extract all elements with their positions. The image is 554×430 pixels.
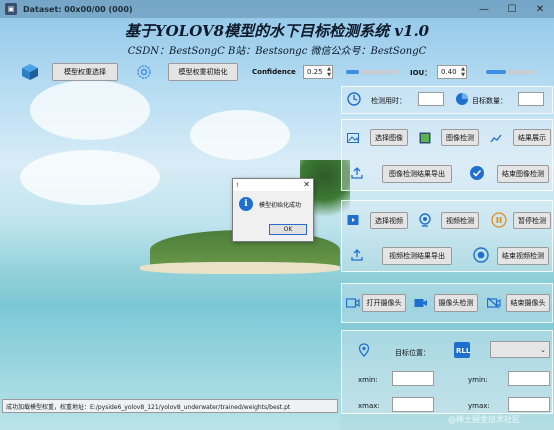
confidence-label: Confidence xyxy=(252,68,296,76)
iou-slider[interactable] xyxy=(486,70,536,74)
status-bar: 成功加载模型权重，权重地址：E:/pyside6_yolov8_121/yolo… xyxy=(2,399,338,413)
close-camera-button[interactable]: 结束摄像头 xyxy=(506,294,550,312)
background-cloud xyxy=(190,110,290,160)
pause-icon xyxy=(490,211,508,229)
video-detect-button[interactable]: 视频检测 xyxy=(441,212,479,229)
chevron-down-icon: ⌄ xyxy=(540,345,546,354)
end-image-detect-button[interactable]: 结束图像检测 xyxy=(497,165,549,183)
iou-label: IOU： xyxy=(410,69,432,77)
maximize-button[interactable]: ☐ xyxy=(498,0,526,18)
cube-icon xyxy=(20,62,40,82)
dialog-title: ! xyxy=(236,181,239,189)
window-title: Dataset: 00x00/00 (000) xyxy=(23,4,133,14)
xmax-field xyxy=(392,397,434,412)
info-icon: i xyxy=(239,197,253,211)
dialog-close-button[interactable]: ✕ xyxy=(303,180,310,189)
image-icon xyxy=(346,131,360,145)
confidence-slider-fill xyxy=(346,70,359,74)
dialog-ok-button[interactable]: OK xyxy=(269,224,307,235)
spin-arrows-icon[interactable]: ▲ ▼ xyxy=(461,66,465,78)
background-cloud xyxy=(30,80,150,140)
ymin-field xyxy=(508,371,550,386)
select-image-button[interactable]: 选择图像 xyxy=(370,129,408,146)
model-weight-select-button[interactable]: 模型权重选择 xyxy=(52,63,118,81)
detect-time-field xyxy=(418,92,444,106)
app-icon: ▣ xyxy=(5,3,17,15)
image-detect-icon xyxy=(418,131,432,145)
iou-value: 0.40 xyxy=(441,68,457,76)
camera-detect-button[interactable]: 摄像头检测 xyxy=(434,294,478,312)
video-detect-icon xyxy=(416,211,434,229)
pie-chart-icon xyxy=(454,91,470,107)
xmin-label: xmin: xyxy=(358,376,378,384)
main-window: ▣ Dataset: 00x00/00 (000) — ☐ ✕ 基于YOLOV8… xyxy=(0,0,554,430)
camera-detect-icon xyxy=(413,296,429,310)
target-position-label: 目标位置： xyxy=(395,349,430,357)
camera-icon xyxy=(345,296,361,310)
check-circle-icon xyxy=(468,164,486,182)
confidence-value: 0.25 xyxy=(307,68,323,76)
line-chart-icon xyxy=(489,131,503,145)
image-detect-button[interactable]: 图像检测 xyxy=(441,129,479,146)
location-pin-icon xyxy=(356,342,372,358)
model-weight-init-button[interactable]: 模型权重初始化 xyxy=(168,63,238,81)
video-file-icon xyxy=(346,213,360,227)
end-video-detect-button[interactable]: 结束视频检测 xyxy=(497,247,549,265)
ymax-label: ymax: xyxy=(468,402,490,410)
clock-icon xyxy=(346,91,362,107)
target-count-label: 目标数量： xyxy=(472,97,507,105)
page-subtitle: CSDN：BestSongC B站：Bestsongc 微信公众号：BestSo… xyxy=(127,46,427,57)
window-controls: — ☐ ✕ xyxy=(470,0,554,18)
watermark: @稀土掘金技术社区 xyxy=(448,415,520,424)
confidence-spinbox[interactable]: 0.25 ▲ ▼ xyxy=(303,65,333,79)
gear-icon xyxy=(134,62,154,82)
export-image-result-button[interactable]: 图像检测结果导出 xyxy=(382,165,452,183)
dialog-title-bar: ! xyxy=(233,179,313,191)
ymin-label: ymin: xyxy=(468,376,488,384)
svg-text:RLL: RLL xyxy=(456,347,470,355)
message-dialog: ! ✕ i 模型初始化成功 OK xyxy=(232,178,314,242)
show-result-button[interactable]: 结果展示 xyxy=(513,129,551,146)
minimize-button[interactable]: — xyxy=(470,0,498,18)
xmax-label: xmax: xyxy=(358,402,380,410)
page-title: 基于YOLOV8模型的水下目标检测系统 v1.0 xyxy=(124,22,430,40)
coordinates-icon: RLL xyxy=(453,341,471,359)
title-bar: ▣ Dataset: 00x00/00 (000) — ☐ ✕ xyxy=(0,0,554,18)
target-select-dropdown[interactable]: ⌄ xyxy=(490,341,550,358)
dialog-message: 模型初始化成功 xyxy=(259,201,302,209)
dialog-body: i 模型初始化成功 xyxy=(239,197,301,211)
close-button[interactable]: ✕ xyxy=(526,0,554,18)
ymax-field xyxy=(508,397,550,412)
upload-icon xyxy=(350,248,364,262)
detect-time-label: 检测用时： xyxy=(371,97,406,105)
background-beach xyxy=(140,262,340,274)
iou-spinbox[interactable]: 0.40 ▲ ▼ xyxy=(437,65,467,79)
target-count-field xyxy=(518,92,544,106)
upload-icon xyxy=(350,166,364,180)
camera-off-icon xyxy=(486,296,502,310)
xmin-field xyxy=(392,371,434,386)
spin-arrows-icon[interactable]: ▲ ▼ xyxy=(327,66,331,78)
iou-slider-fill xyxy=(486,70,506,74)
export-video-result-button[interactable]: 视频检测结果导出 xyxy=(382,247,452,265)
open-camera-button[interactable]: 打开摄像头 xyxy=(362,294,406,312)
pause-detect-button[interactable]: 暂停检测 xyxy=(513,212,551,229)
confidence-slider[interactable] xyxy=(346,70,398,74)
background-cloud xyxy=(20,150,160,205)
select-video-button[interactable]: 选择视频 xyxy=(370,212,408,229)
stop-circle-icon xyxy=(472,246,490,264)
